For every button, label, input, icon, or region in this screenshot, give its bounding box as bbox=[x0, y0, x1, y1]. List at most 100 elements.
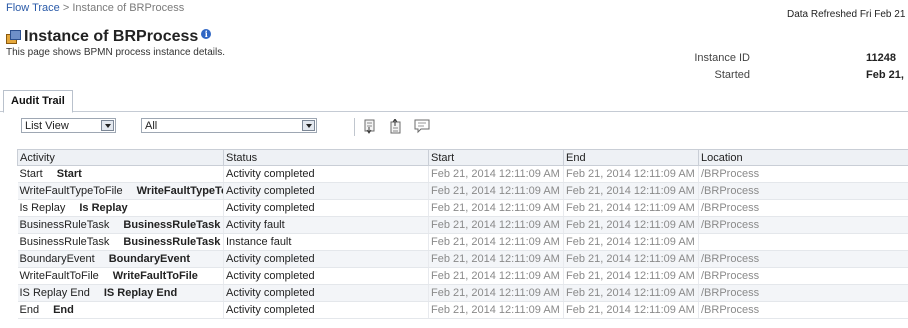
table-row[interactable]: Start Start Activity completed Feb 21, 20… bbox=[17, 165, 908, 183]
expand-up-icon[interactable] bbox=[388, 119, 404, 134]
activity-type: Start bbox=[19, 168, 43, 180]
activity-type: BusinessRuleTask bbox=[19, 219, 110, 231]
activity-name: Start bbox=[56, 168, 82, 180]
table-header-row: Activity Status Start End Location bbox=[17, 149, 908, 166]
instance-id-value: 11248 bbox=[866, 52, 896, 64]
table-row[interactable]: WriteFaultTypeToFileWriteFaultTypeToFile… bbox=[17, 182, 908, 200]
table-row[interactable]: BusinessRuleTask BusinessRuleTask Activit… bbox=[17, 216, 908, 234]
end-cell: Feb 21, 2014 12:11:09 AM bbox=[563, 233, 699, 251]
start-cell: Feb 21, 2014 12:11:09 AM bbox=[428, 267, 564, 285]
page-description: This page shows BPMN process instance de… bbox=[6, 47, 225, 58]
end-cell: Feb 21, 2014 12:11:09 AM bbox=[563, 199, 699, 217]
start-cell: Feb 21, 2014 12:11:09 AM bbox=[428, 301, 564, 319]
start-cell: Feb 21, 2014 12:11:09 AM bbox=[428, 216, 564, 234]
start-cell: Feb 21, 2014 12:11:09 AM bbox=[428, 250, 564, 268]
filter-select-value: All bbox=[145, 120, 158, 132]
activity-cell: Is Replay Is Replay bbox=[17, 199, 224, 217]
status-cell: Activity completed bbox=[223, 182, 429, 200]
location-cell bbox=[698, 233, 908, 251]
status-cell: Activity fault bbox=[223, 216, 429, 234]
end-cell: Feb 21, 2014 12:11:09 AM bbox=[563, 301, 699, 319]
activity-name: Is Replay bbox=[79, 202, 128, 214]
status-cell: Activity completed bbox=[223, 284, 429, 302]
activity-name: End bbox=[53, 304, 74, 316]
status-cell: Activity completed bbox=[223, 301, 429, 319]
activity-cell: BusinessRuleTask BusinessRuleTask bbox=[17, 233, 224, 251]
column-header-activity[interactable]: Activity bbox=[17, 149, 224, 166]
started-label: Started bbox=[714, 69, 750, 81]
tab-audit-trail[interactable]: Audit Trail bbox=[3, 90, 73, 113]
activity-cell: Start Start bbox=[17, 165, 224, 183]
breadcrumb: Flow Trace > Instance of BRProcess bbox=[6, 2, 184, 14]
table-row[interactable]: BoundaryEvent BoundaryEvent Activity comp… bbox=[17, 250, 908, 268]
activity-name: WriteFaultTypeToFile bbox=[136, 185, 223, 197]
page-title: Instance of BRProcess bbox=[24, 28, 199, 45]
start-cell: Feb 21, 2014 12:11:09 AM bbox=[428, 199, 564, 217]
end-cell: Feb 21, 2014 12:11:09 AM bbox=[563, 267, 699, 285]
end-cell: Feb 21, 2014 12:11:09 AM bbox=[563, 216, 699, 234]
start-cell: Feb 21, 2014 12:11:09 AM bbox=[428, 233, 564, 251]
location-cell: /BRProcess bbox=[698, 267, 908, 285]
started-value: Feb 21, bbox=[866, 69, 904, 81]
info-icon[interactable]: i bbox=[201, 29, 212, 39]
activity-type: Is Replay bbox=[19, 202, 66, 214]
location-cell: /BRProcess bbox=[698, 284, 908, 302]
activity-type: WriteFaultTypeToFile bbox=[19, 185, 123, 197]
comment-icon[interactable] bbox=[414, 119, 430, 134]
activity-type: IS Replay End bbox=[19, 287, 90, 299]
column-header-status[interactable]: Status bbox=[223, 149, 429, 166]
status-cell: Instance fault bbox=[223, 233, 429, 251]
table-row[interactable]: Is Replay Is Replay Activity completed Fe… bbox=[17, 199, 908, 217]
location-cell: /BRProcess bbox=[698, 250, 908, 268]
activity-type: BusinessRuleTask bbox=[19, 236, 110, 248]
page-header: Instance of BRProcess i bbox=[6, 28, 212, 46]
location-cell: /BRProcess bbox=[698, 301, 908, 319]
activity-type: WriteFaultToFile bbox=[19, 270, 99, 282]
expand-down-icon[interactable] bbox=[362, 119, 378, 134]
view-mode-select[interactable]: List View bbox=[21, 118, 116, 133]
breadcrumb-current: Instance of BRProcess bbox=[72, 2, 185, 14]
table-row[interactable]: End End Activity completed Feb 21, 2014 1… bbox=[17, 301, 908, 319]
data-refreshed-text: Data Refreshed Fri Feb 21 0 bbox=[787, 9, 908, 20]
audit-trail-table: Activity Status Start End Location Start… bbox=[17, 149, 908, 319]
toolbar-separator bbox=[354, 118, 355, 136]
status-cell: Activity completed bbox=[223, 199, 429, 217]
breadcrumb-separator: > bbox=[59, 2, 73, 14]
end-cell: Feb 21, 2014 12:11:09 AM bbox=[563, 165, 699, 183]
status-cell: Activity completed bbox=[223, 165, 429, 183]
column-header-location[interactable]: Location bbox=[698, 149, 908, 166]
activity-name: BusinessRuleTask bbox=[123, 219, 221, 231]
activity-cell: End End bbox=[17, 301, 224, 319]
table-row[interactable]: WriteFaultToFile WriteFaultToFile Activit… bbox=[17, 267, 908, 285]
end-cell: Feb 21, 2014 12:11:09 AM bbox=[563, 182, 699, 200]
table-row[interactable]: BusinessRuleTask BusinessRuleTask Instanc… bbox=[17, 233, 908, 251]
activity-name: WriteFaultToFile bbox=[112, 270, 198, 282]
start-cell: Feb 21, 2014 12:11:09 AM bbox=[428, 284, 564, 302]
table-row[interactable]: IS Replay End IS Replay End Activity comp… bbox=[17, 284, 908, 302]
breadcrumb-flow-trace-link[interactable]: Flow Trace bbox=[6, 2, 60, 14]
activity-cell: BusinessRuleTask BusinessRuleTask bbox=[17, 216, 224, 234]
activity-cell: WriteFaultToFile WriteFaultToFile bbox=[17, 267, 224, 285]
activity-cell: IS Replay End IS Replay End bbox=[17, 284, 224, 302]
process-instance-icon bbox=[6, 30, 21, 44]
column-header-end[interactable]: End bbox=[563, 149, 699, 166]
filter-select[interactable]: All bbox=[141, 118, 317, 133]
audit-toolbar: List View All bbox=[21, 118, 901, 136]
view-mode-select-value: List View bbox=[25, 120, 69, 132]
column-header-start[interactable]: Start bbox=[428, 149, 564, 166]
activity-type: BoundaryEvent bbox=[19, 253, 95, 265]
activity-type: End bbox=[19, 304, 40, 316]
end-cell: Feb 21, 2014 12:11:09 AM bbox=[563, 250, 699, 268]
activity-cell: WriteFaultTypeToFile WriteFaultTypeToFile bbox=[17, 182, 224, 200]
location-cell: /BRProcess bbox=[698, 182, 908, 200]
start-cell: Feb 21, 2014 12:11:09 AM bbox=[428, 182, 564, 200]
end-cell: Feb 21, 2014 12:11:09 AM bbox=[563, 284, 699, 302]
tab-bar: Audit Trail bbox=[0, 90, 908, 113]
activity-name: IS Replay End bbox=[103, 287, 178, 299]
status-cell: Activity completed bbox=[223, 250, 429, 268]
activity-cell: BoundaryEvent BoundaryEvent bbox=[17, 250, 224, 268]
location-cell: /BRProcess bbox=[698, 199, 908, 217]
start-cell: Feb 21, 2014 12:11:09 AM bbox=[428, 165, 564, 183]
chevron-down-icon[interactable] bbox=[302, 120, 315, 131]
chevron-down-icon[interactable] bbox=[101, 120, 114, 131]
